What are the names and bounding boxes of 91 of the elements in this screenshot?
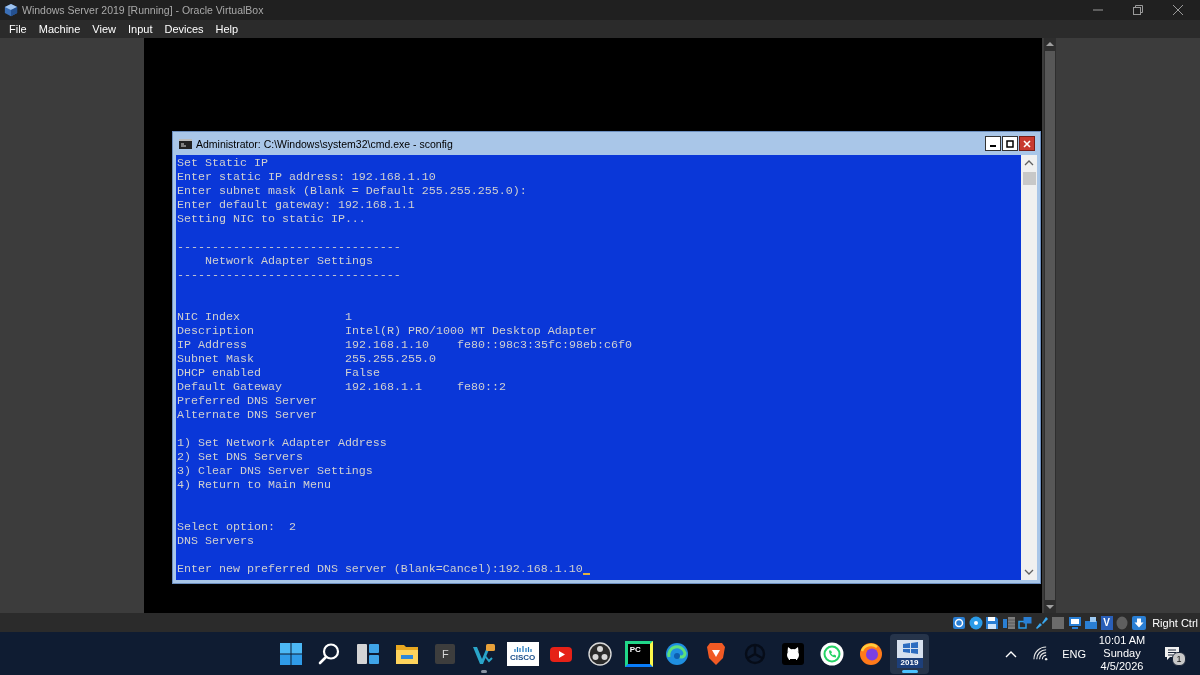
chevron-up-icon (1005, 649, 1018, 658)
setting-label: Description (177, 324, 254, 338)
setting-label: Default Gateway (177, 380, 282, 394)
taskbar-app-button[interactable]: PC (619, 633, 659, 674)
window-title: Windows Server 2019 [Running] - Oracle VirtualBox (22, 4, 264, 16)
circle-logo-icon (858, 641, 883, 666)
letter-tile: PC (624, 640, 653, 667)
cat-silhouette-icon (781, 641, 806, 666)
close-icon (1023, 139, 1031, 148)
bars-icon (513, 645, 532, 652)
setting-value: False (345, 366, 380, 380)
console-line: Select option: 2 (177, 520, 296, 534)
setting-value: fe80::98c3:35fc:98eb:c6f0 (457, 338, 632, 352)
four-squares-icon (278, 641, 303, 666)
folder-icon[interactable] (1084, 615, 1099, 630)
console-title: Administrator: C:\Windows\system32\cmd.exe - sconfig (196, 137, 453, 150)
setting-value: fe80::2 (457, 380, 506, 394)
disk-icon[interactable] (952, 615, 967, 630)
console-line: Set Static IP (177, 156, 268, 170)
clock-day[interactable]: Sunday (1103, 647, 1141, 660)
clock-date[interactable]: 4/5/2026 (1100, 660, 1144, 673)
panels-icon (355, 641, 380, 666)
taskbar-app-button[interactable]: CISCO (503, 633, 542, 674)
setting-label: IP Address (177, 338, 247, 352)
maximize-button[interactable] (1002, 136, 1018, 151)
cursor-icon (582, 573, 590, 575)
taskbar-app-button[interactable]: F (425, 633, 465, 674)
swirl-icon (665, 641, 690, 666)
console-line: Enter default gateway: 192.168.1.1 (177, 198, 415, 212)
grille-icon[interactable] (1001, 615, 1016, 630)
close-icon (1173, 5, 1183, 15)
minimize-button[interactable] (985, 136, 1001, 151)
down-arrow-icon[interactable] (1131, 615, 1146, 630)
terminal-icon (179, 138, 192, 149)
three-dots-ring-icon (588, 641, 612, 666)
host-key-label: Right Ctrl (1152, 616, 1198, 629)
menu-option: 2) Set DNS Servers (177, 450, 303, 464)
menu-item[interactable]: Help (209, 22, 245, 36)
setting-value: Intel(R) PRO/1000 MT Desktop Adapter (345, 324, 597, 338)
console-line: Enter subnet mask (Blank = Default 255.255.255.0): (177, 184, 527, 198)
language-indicator[interactable]: ENG (1058, 647, 1090, 660)
screens-icon[interactable] (1018, 615, 1033, 630)
menu-item[interactable]: Input (121, 22, 159, 36)
setting-value: 192.168.1.1 (345, 380, 422, 394)
search-icon (317, 641, 342, 666)
phone-bubble-icon (820, 641, 845, 666)
console-line: Enter static IP address: 192.168.1.10 (177, 170, 436, 184)
scrollbar-thumb[interactable] (1045, 51, 1055, 600)
console-line: Setting NIC to static IP... (177, 212, 366, 226)
setting-label: DHCP enabled (177, 366, 261, 380)
setting-value: 255.255.255.0 (345, 352, 436, 366)
close-button[interactable] (1019, 136, 1035, 151)
chevron-logo-icon (471, 641, 496, 666)
console-rule: -------------------------------- (177, 240, 401, 254)
console-rule: -------------------------------- (177, 268, 401, 282)
restore-icon (1133, 5, 1143, 15)
scrollbar[interactable] (1021, 155, 1037, 580)
menu-item[interactable]: File (3, 22, 33, 36)
menu-option: 3) Clear DNS Server Settings (177, 464, 373, 478)
setting-value: 192.168.1.10 (345, 338, 429, 352)
floppy-icon[interactable] (985, 615, 1000, 630)
menu-item[interactable]: View (86, 22, 122, 36)
menu-item[interactable]: Devices (158, 22, 210, 36)
setting-label: Preferred DNS Server (177, 394, 317, 408)
maximize-icon (1006, 139, 1014, 148)
spoked-ring-icon (742, 641, 767, 666)
logo-text: 2019 (896, 657, 923, 668)
section-heading: Network Adapter Settings (205, 254, 373, 268)
wifi-icon[interactable] (1033, 646, 1049, 661)
console-line: DNS Servers (177, 534, 254, 548)
disc-icon[interactable] (968, 615, 983, 630)
menu-option: 1) Set Network Adapter Address (177, 436, 387, 450)
up-arrow-icon[interactable] (1046, 41, 1054, 47)
prompt-text: Enter new preferred DNS server (Blank=Cancel): (177, 562, 499, 576)
setting-label: NIC Index (177, 310, 240, 324)
typed-text: 192.168.1.10 (498, 562, 583, 576)
setting-value: 1 (345, 310, 352, 324)
setting-label: Subnet Mask (177, 352, 254, 366)
taskbar-app-button[interactable]: 2019 (890, 633, 929, 674)
clock-time[interactable]: 10:01 AM (1098, 634, 1146, 647)
scrollbar-thumb[interactable] (1022, 172, 1036, 185)
cube-icon (4, 3, 18, 17)
logo-text: CISCO (509, 652, 536, 662)
pen-icon[interactable] (1034, 615, 1049, 630)
letter-badge[interactable]: V (1100, 615, 1113, 630)
menu-item[interactable]: Machine (32, 22, 87, 36)
notification-count[interactable]: 1 (1172, 651, 1186, 666)
setting-label: Alternate DNS Server (177, 408, 317, 422)
menu-option: 4) Return to Main Menu (177, 478, 331, 492)
letter-tile: F (435, 643, 456, 664)
monitor-icon[interactable] (1067, 615, 1082, 630)
